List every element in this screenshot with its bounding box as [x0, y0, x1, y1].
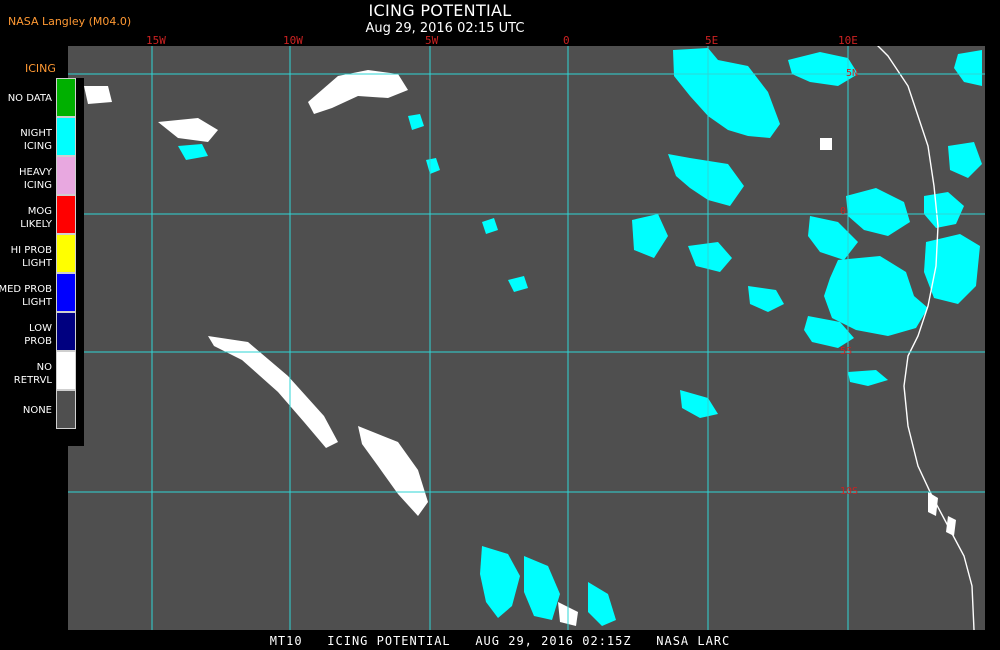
lat-label-5n: 5N	[846, 68, 859, 79]
legend-item-low-prob: LOW PROB	[0, 312, 84, 351]
legend-label: NIGHT ICING	[20, 128, 52, 152]
icing-legend: NO DATA NIGHT ICING HEAVY ICING MOG LIKELY …	[0, 78, 84, 446]
night-icing-areas	[178, 48, 982, 626]
legend-title: ICING	[25, 62, 56, 75]
page-title: ICING POTENTIAL	[368, 1, 512, 20]
legend-label: LOW PROB	[24, 323, 52, 347]
map-canvas	[68, 46, 985, 630]
legend-label: NO DATA	[7, 93, 52, 104]
lat-label-5s: 5S	[840, 346, 853, 357]
legend-label: HI PROB LIGHT	[10, 245, 52, 269]
legend-label: MOG LIKELY	[20, 206, 52, 230]
legend-item-heavy-icing: HEAVY ICING	[0, 156, 84, 195]
legend-swatch	[56, 390, 76, 429]
legend-label: HEAVY ICING	[19, 167, 52, 191]
timestamp: Aug 29, 2016 02:15 UTC	[365, 21, 525, 36]
legend-label: MED PROB LIGHT	[0, 284, 52, 308]
icing-map[interactable]: 5N 0 5S 10S	[68, 46, 985, 630]
legend-swatch	[56, 195, 76, 234]
legend-swatch	[56, 273, 76, 312]
legend-item-med-prob-light: MED PROB LIGHT	[0, 273, 84, 312]
lat-label-0: 0	[840, 206, 847, 217]
legend-swatch	[56, 117, 76, 156]
legend-item-night-icing: NIGHT ICING	[0, 117, 84, 156]
legend-item-hi-prob-light: HI PROB LIGHT	[0, 234, 84, 273]
no-retrieval-areas	[84, 70, 956, 626]
legend-item-no-data: NO DATA	[0, 78, 84, 117]
legend-swatch	[56, 156, 76, 195]
legend-swatch	[56, 78, 76, 117]
legend-item-mog-likely: MOG LIKELY	[0, 195, 84, 234]
legend-label: NO RETRVL	[13, 362, 52, 386]
legend-swatch	[56, 351, 76, 390]
footer-caption: MT10 ICING POTENTIAL AUG 29, 2016 02:15Z…	[269, 634, 731, 648]
legend-item-no-retrieval: NO RETRVL	[0, 351, 84, 390]
legend-item-none: NONE	[0, 390, 84, 429]
legend-swatch	[56, 312, 76, 351]
coastline	[877, 46, 975, 630]
lat-label-10s: 10S	[840, 486, 859, 497]
legend-label: NONE	[22, 405, 52, 416]
legend-swatch	[56, 234, 76, 273]
